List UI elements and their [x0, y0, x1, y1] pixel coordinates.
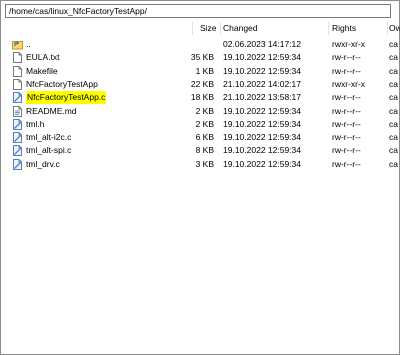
file-icon — [12, 65, 23, 77]
file-name: tml_drv.c — [26, 158, 60, 169]
file-name-cell[interactable]: .. — [12, 38, 187, 51]
parent-folder-icon — [12, 39, 23, 50]
file-owner: ca — [389, 118, 398, 129]
path-text: /home/cas/linux_NfcFactoryTestApp/ — [9, 6, 147, 16]
file-name-cell[interactable]: README.md — [12, 105, 187, 118]
file-row[interactable]: README.md 2 KB 19.10.2022 12:59:34 rw-r--r-… — [4, 105, 399, 118]
file-owner: ca — [389, 78, 398, 89]
file-row[interactable]: tml_alt-spi.c 8 KB 19.10.2022 12:59:34 rw-r… — [4, 144, 399, 157]
file-rights: rw-r--r-- — [332, 105, 361, 116]
file-name: README.md — [26, 105, 77, 116]
column-owner-header[interactable]: Ow — [389, 21, 400, 36]
file-size — [174, 38, 214, 51]
file-name-cell[interactable]: tml_alt-spi.c — [12, 144, 187, 157]
file-owner: ca — [389, 132, 398, 143]
file-changed: 21.10.2022 13:58:17 — [223, 92, 301, 103]
c-file-icon — [12, 118, 23, 130]
file-rights: rw-r--r-- — [332, 118, 361, 129]
file-size: 8 KB — [195, 145, 214, 156]
file-rights: rw-r--r-- — [332, 52, 361, 63]
file-owner: ca — [389, 52, 398, 63]
c-file-icon — [12, 92, 23, 104]
file-row[interactable]: EULA.txt 35 KB 19.10.2022 12:59:34 rw-r--r-… — [4, 51, 399, 64]
file-name: Makefile — [26, 65, 58, 76]
file-icon — [12, 52, 23, 64]
file-owner: ca — [389, 65, 398, 76]
file-owner: ca — [389, 105, 398, 116]
file-rights: rwxr-xr-x — [332, 39, 366, 49]
file-size: 1 KB — [195, 65, 214, 76]
column-changed-header[interactable]: Changed — [223, 21, 323, 36]
file-size: 2 KB — [195, 105, 214, 116]
file-row[interactable]: tml_drv.c 3 KB 19.10.2022 12:59:34 rw-r--r-… — [4, 158, 399, 171]
file-row[interactable]: .. 02.06.2023 14:17:12 rwxr-xr-x ca — [4, 38, 399, 51]
file-size: 18 KB — [190, 92, 214, 103]
file-changed: 19.10.2022 12:59:34 — [223, 158, 301, 169]
file-name-cell[interactable]: NfcFactoryTestApp.c — [12, 91, 187, 105]
file-changed: 19.10.2022 12:59:34 — [223, 65, 301, 76]
column-header: Size Changed Rights Ow — [4, 21, 400, 36]
file-size: 6 KB — [195, 132, 214, 143]
file-changed: 19.10.2022 12:59:34 — [223, 145, 301, 156]
file-size: 35 KB — [190, 52, 214, 63]
file-row[interactable]: Makefile 1 KB 19.10.2022 12:59:34 rw-r--r--… — [4, 65, 399, 78]
file-rights: rw-r--r-- — [332, 65, 361, 76]
file-owner: ca — [389, 92, 398, 103]
c-file-icon — [12, 145, 23, 157]
file-rights: rwxr-xr-x — [332, 78, 366, 89]
file-size: 3 KB — [195, 158, 214, 169]
file-name-cell[interactable]: tml_drv.c — [12, 158, 187, 171]
file-changed: 19.10.2022 12:59:34 — [223, 118, 301, 129]
file-size: 22 KB — [190, 78, 214, 89]
file-rights: rw-r--r-- — [332, 92, 361, 103]
file-changed: 19.10.2022 12:59:34 — [223, 52, 301, 63]
file-row[interactable]: tml.h 2 KB 19.10.2022 12:59:34 rw-r--r-- ca — [4, 118, 399, 131]
file-name: NfcFactoryTestApp — [26, 78, 98, 89]
file-changed: 19.10.2022 12:59:34 — [223, 105, 301, 116]
file-name: .. — [26, 39, 31, 49]
file-name-cell[interactable]: Makefile — [12, 65, 187, 78]
file-icon — [12, 78, 23, 90]
c-file-icon — [12, 158, 23, 170]
file-name-cell[interactable]: NfcFactoryTestApp — [12, 78, 187, 91]
file-owner: ca — [389, 158, 398, 169]
file-changed: 21.10.2022 14:02:17 — [223, 78, 301, 89]
file-name-cell[interactable]: tml_alt-i2c.c — [12, 131, 187, 144]
file-changed: 19.10.2022 12:59:34 — [223, 132, 301, 143]
file-row[interactable]: tml_alt-i2c.c 6 KB 19.10.2022 12:59:34 rw-r… — [4, 131, 399, 144]
file-owner: ca — [389, 145, 398, 156]
file-row[interactable]: NfcFactoryTestApp 22 KB 21.10.2022 14:02:1… — [4, 78, 399, 91]
file-size: 2 KB — [195, 118, 214, 129]
file-rights: rw-r--r-- — [332, 145, 361, 156]
file-row[interactable]: NfcFactoryTestApp.c 18 KB 21.10.2022 13:58… — [4, 91, 399, 105]
file-changed: 02.06.2023 14:17:12 — [223, 39, 301, 49]
c-file-icon — [12, 132, 23, 144]
file-panel: /home/cas/linux_NfcFactoryTestApp/ Size … — [0, 0, 400, 355]
file-name: EULA.txt — [26, 52, 60, 63]
file-rights: rw-r--r-- — [332, 158, 361, 169]
file-name-cell[interactable]: EULA.txt — [12, 51, 187, 64]
column-name-header[interactable] — [4, 21, 172, 36]
file-name: tml_alt-i2c.c — [26, 132, 72, 143]
column-size-header[interactable]: Size — [194, 21, 220, 36]
column-rights-header[interactable]: Rights — [332, 21, 387, 36]
file-name: tml.h — [26, 118, 45, 129]
file-name: NfcFactoryTestApp.c — [26, 91, 107, 105]
path-bar[interactable]: /home/cas/linux_NfcFactoryTestApp/ — [5, 4, 391, 18]
file-name-cell[interactable]: tml.h — [12, 118, 187, 131]
text-file-icon — [12, 105, 23, 117]
file-rights: rw-r--r-- — [332, 132, 361, 143]
file-owner: ca — [389, 39, 398, 49]
file-name: tml_alt-spi.c — [26, 145, 72, 156]
